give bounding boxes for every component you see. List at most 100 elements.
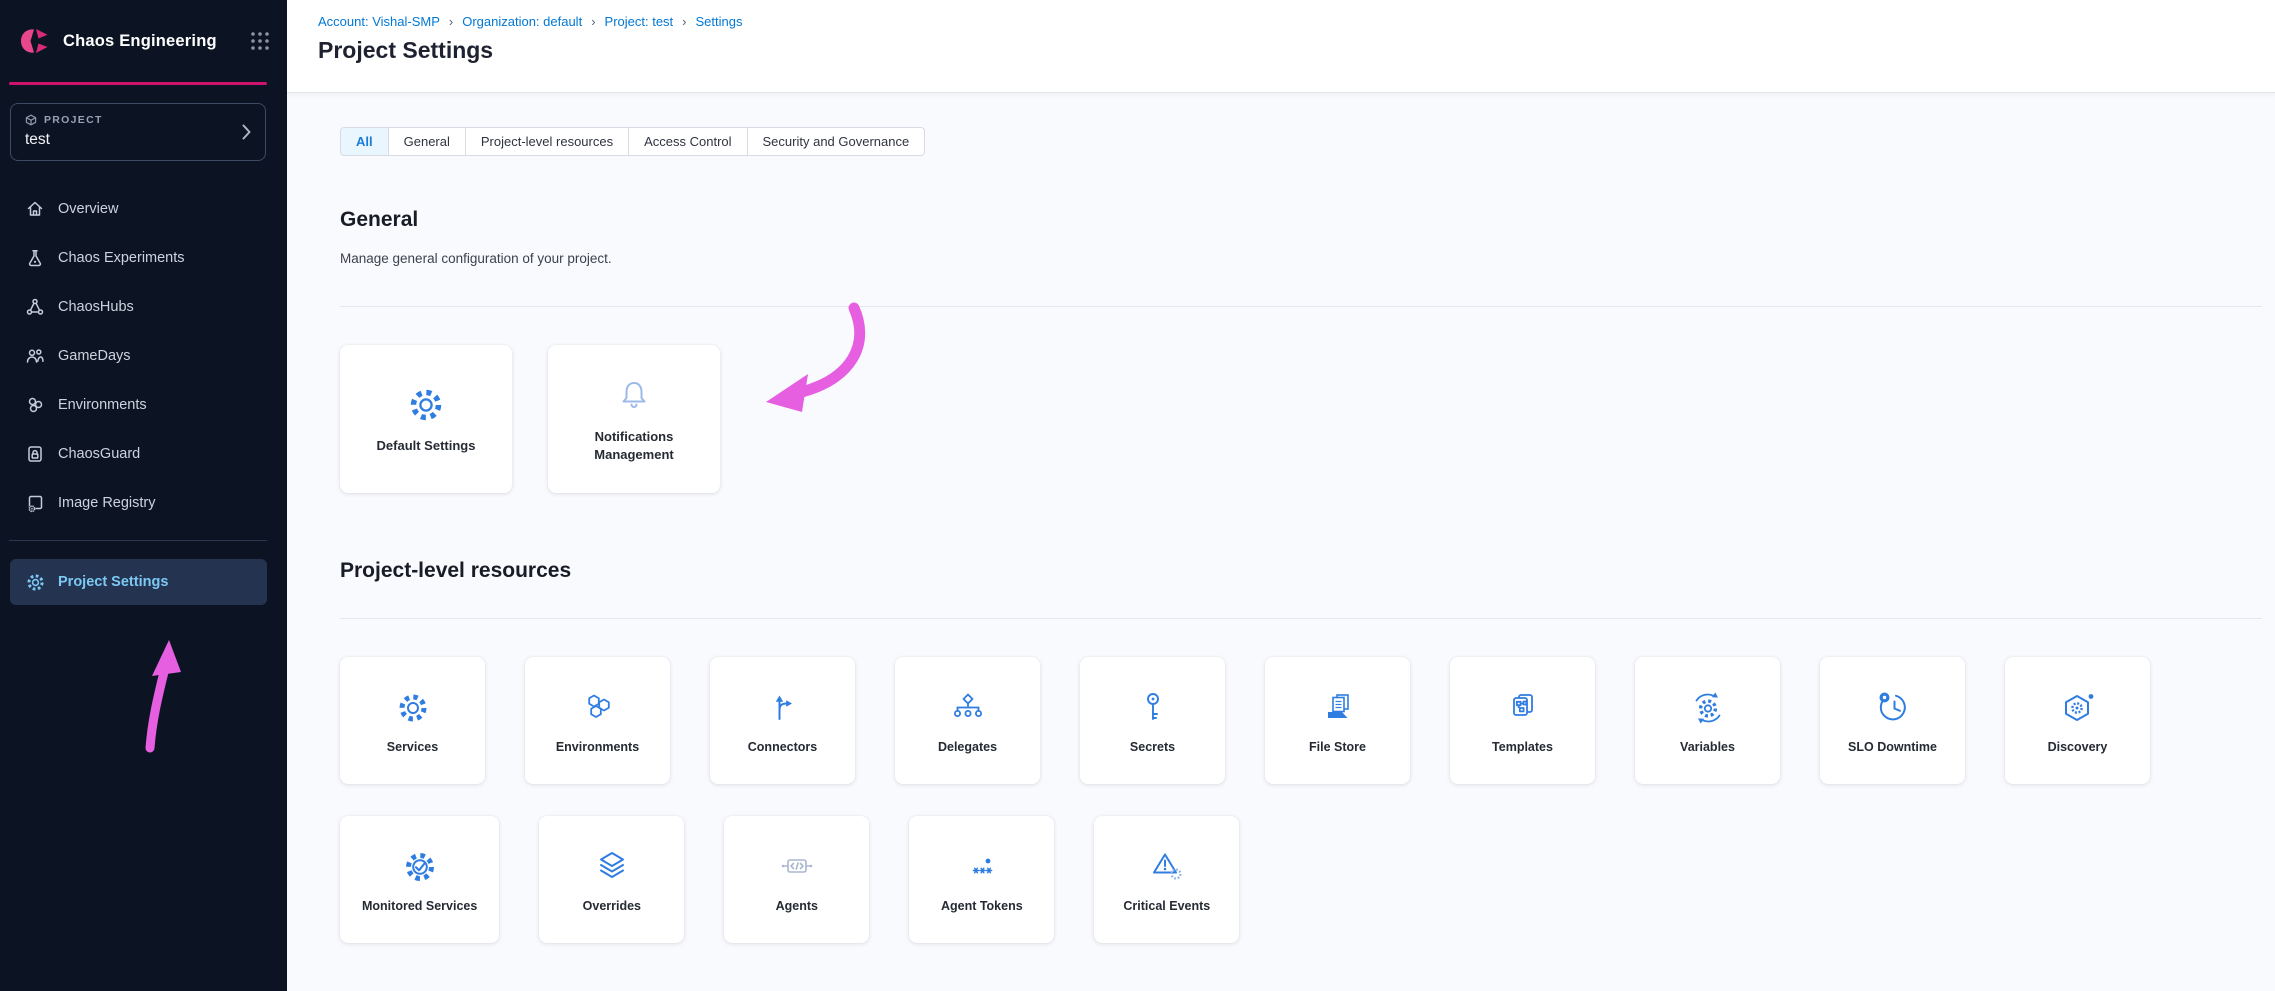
breadcrumb-organization[interactable]: Organization: default — [462, 14, 582, 29]
app-grid-icon[interactable] — [249, 30, 271, 52]
delegates-card[interactable]: Delegates — [895, 657, 1040, 784]
agents-card[interactable]: Agents — [724, 816, 869, 943]
sidebar: Chaos Engineering — [0, 0, 287, 991]
card-label: Default Settings — [377, 437, 476, 455]
card-label: Agent Tokens — [941, 898, 1023, 915]
cube-icon — [25, 114, 37, 126]
breadcrumb-separator: › — [591, 14, 595, 29]
resources-row-1: Services Environments — [340, 657, 2275, 784]
monitored-services-card[interactable]: Monitored Services — [340, 816, 499, 943]
hub-icon — [25, 297, 45, 317]
secrets-card[interactable]: Secrets — [1080, 657, 1225, 784]
section-divider — [340, 306, 2262, 307]
gear-icon — [406, 383, 446, 427]
page-header: Account: Vishal-SMP › Organization: defa… — [287, 0, 2275, 93]
project-selector-label: PROJECT — [44, 114, 103, 126]
clock-icon — [1874, 686, 1912, 730]
default-settings-card[interactable]: Default Settings — [340, 345, 512, 493]
breadcrumb: Account: Vishal-SMP › Organization: defa… — [318, 14, 2275, 29]
bell-icon — [614, 374, 654, 418]
brand-accent-divider — [9, 82, 267, 85]
card-label: Critical Events — [1123, 898, 1210, 915]
sidebar-item-chaoshubs[interactable]: ChaosHubs — [0, 282, 287, 331]
file-store-card[interactable]: File Store — [1265, 657, 1410, 784]
sidebar-item-overview[interactable]: Overview — [0, 184, 287, 233]
services-card[interactable]: Services — [340, 657, 485, 784]
annotation-arrow-to-notifications — [750, 296, 890, 436]
critical-events-card[interactable]: Critical Events — [1094, 816, 1239, 943]
sidebar-nav: Overview Chaos Experiments ChaosHubs — [0, 184, 287, 527]
gear-icon — [395, 686, 431, 730]
sidebar-item-project-settings[interactable]: Project Settings — [10, 559, 267, 605]
sidebar-item-label: Image Registry — [58, 495, 156, 511]
templates-card[interactable]: Templates — [1450, 657, 1595, 784]
card-label: Discovery — [2048, 739, 2108, 756]
sidebar-item-label: Overview — [58, 201, 118, 217]
breadcrumb-settings[interactable]: Settings — [696, 14, 743, 29]
discovery-card[interactable]: Discovery — [2005, 657, 2150, 784]
sidebar-item-environments[interactable]: Environments — [0, 380, 287, 429]
slo-downtime-card[interactable]: SLO Downtime — [1820, 657, 1965, 784]
breadcrumb-project[interactable]: Project: test — [605, 14, 674, 29]
gear-sync-icon — [1689, 686, 1727, 730]
page-title: Project Settings — [318, 37, 2275, 64]
card-label: Templates — [1492, 739, 1553, 756]
card-label: File Store — [1309, 739, 1366, 756]
variables-card[interactable]: Variables — [1635, 657, 1780, 784]
general-section-description: Manage general configuration of your pro… — [340, 251, 2275, 266]
project-name: test — [25, 131, 253, 149]
tab-project-level-resources[interactable]: Project-level resources — [465, 127, 629, 156]
sidebar-item-label: Chaos Experiments — [58, 250, 185, 266]
gear-icon — [25, 572, 46, 593]
hexagons-icon — [580, 686, 616, 730]
sidebar-item-chaos-experiments[interactable]: Chaos Experiments — [0, 233, 287, 282]
code-box-icon — [778, 845, 816, 889]
sidebar-item-chaosguard[interactable]: ChaosGuard — [0, 429, 287, 478]
hierarchy-icon — [950, 686, 986, 730]
project-selector[interactable]: PROJECT test — [10, 103, 266, 161]
card-label: Variables — [1680, 739, 1735, 756]
card-label: Overrides — [583, 898, 641, 915]
content-area: All General Project-level resources Acce… — [287, 93, 2275, 991]
sidebar-item-gamedays[interactable]: GameDays — [0, 331, 287, 380]
tab-access-control[interactable]: Access Control — [628, 127, 747, 156]
annotation-arrow-to-project-settings — [136, 636, 200, 756]
tab-general[interactable]: General — [388, 127, 466, 156]
notifications-management-card[interactable]: Notifications Management — [548, 345, 720, 493]
sidebar-item-label: ChaosGuard — [58, 446, 140, 462]
resources-section-heading: Project-level resources — [340, 559, 2275, 583]
hex-gear-icon — [2059, 686, 2097, 730]
settings-filter-tabs: All General Project-level resources Acce… — [340, 127, 925, 156]
gear-check-icon — [401, 845, 439, 889]
app-title: Chaos Engineering — [63, 32, 217, 51]
sidebar-item-image-registry[interactable]: Image Registry — [0, 478, 287, 527]
stacked-pages-icon — [1505, 686, 1541, 730]
breadcrumb-account[interactable]: Account: Vishal-SMP — [318, 14, 440, 29]
connectors-card[interactable]: Connectors — [710, 657, 855, 784]
flask-icon — [25, 248, 45, 268]
card-label: Delegates — [938, 739, 997, 756]
breadcrumb-separator: › — [449, 14, 453, 29]
people-icon — [25, 346, 45, 366]
section-divider — [340, 618, 2262, 619]
chaos-engineering-logo-icon — [17, 24, 51, 58]
branch-arrow-icon — [765, 686, 801, 730]
card-label: Notifications Management — [572, 428, 696, 463]
environments-card[interactable]: Environments — [525, 657, 670, 784]
tab-all[interactable]: All — [340, 127, 389, 156]
breadcrumb-separator: › — [682, 14, 686, 29]
chevron-right-icon — [242, 124, 252, 140]
card-label: Services — [387, 739, 438, 756]
file-tray-icon — [1320, 686, 1356, 730]
lock-icon — [25, 444, 45, 464]
sidebar-item-label: GameDays — [58, 348, 131, 364]
overrides-card[interactable]: Overrides — [539, 816, 684, 943]
card-label: Secrets — [1130, 739, 1175, 756]
sidebar-divider — [9, 540, 267, 541]
tab-security-and-governance[interactable]: Security and Governance — [747, 127, 926, 156]
image-gear-icon — [25, 493, 45, 513]
agent-tokens-card[interactable]: Agent Tokens — [909, 816, 1054, 943]
sidebar-item-label: ChaosHubs — [58, 299, 134, 315]
sidebar-item-label: Project Settings — [58, 574, 168, 590]
main-area: Account: Vishal-SMP › Organization: defa… — [287, 0, 2275, 991]
